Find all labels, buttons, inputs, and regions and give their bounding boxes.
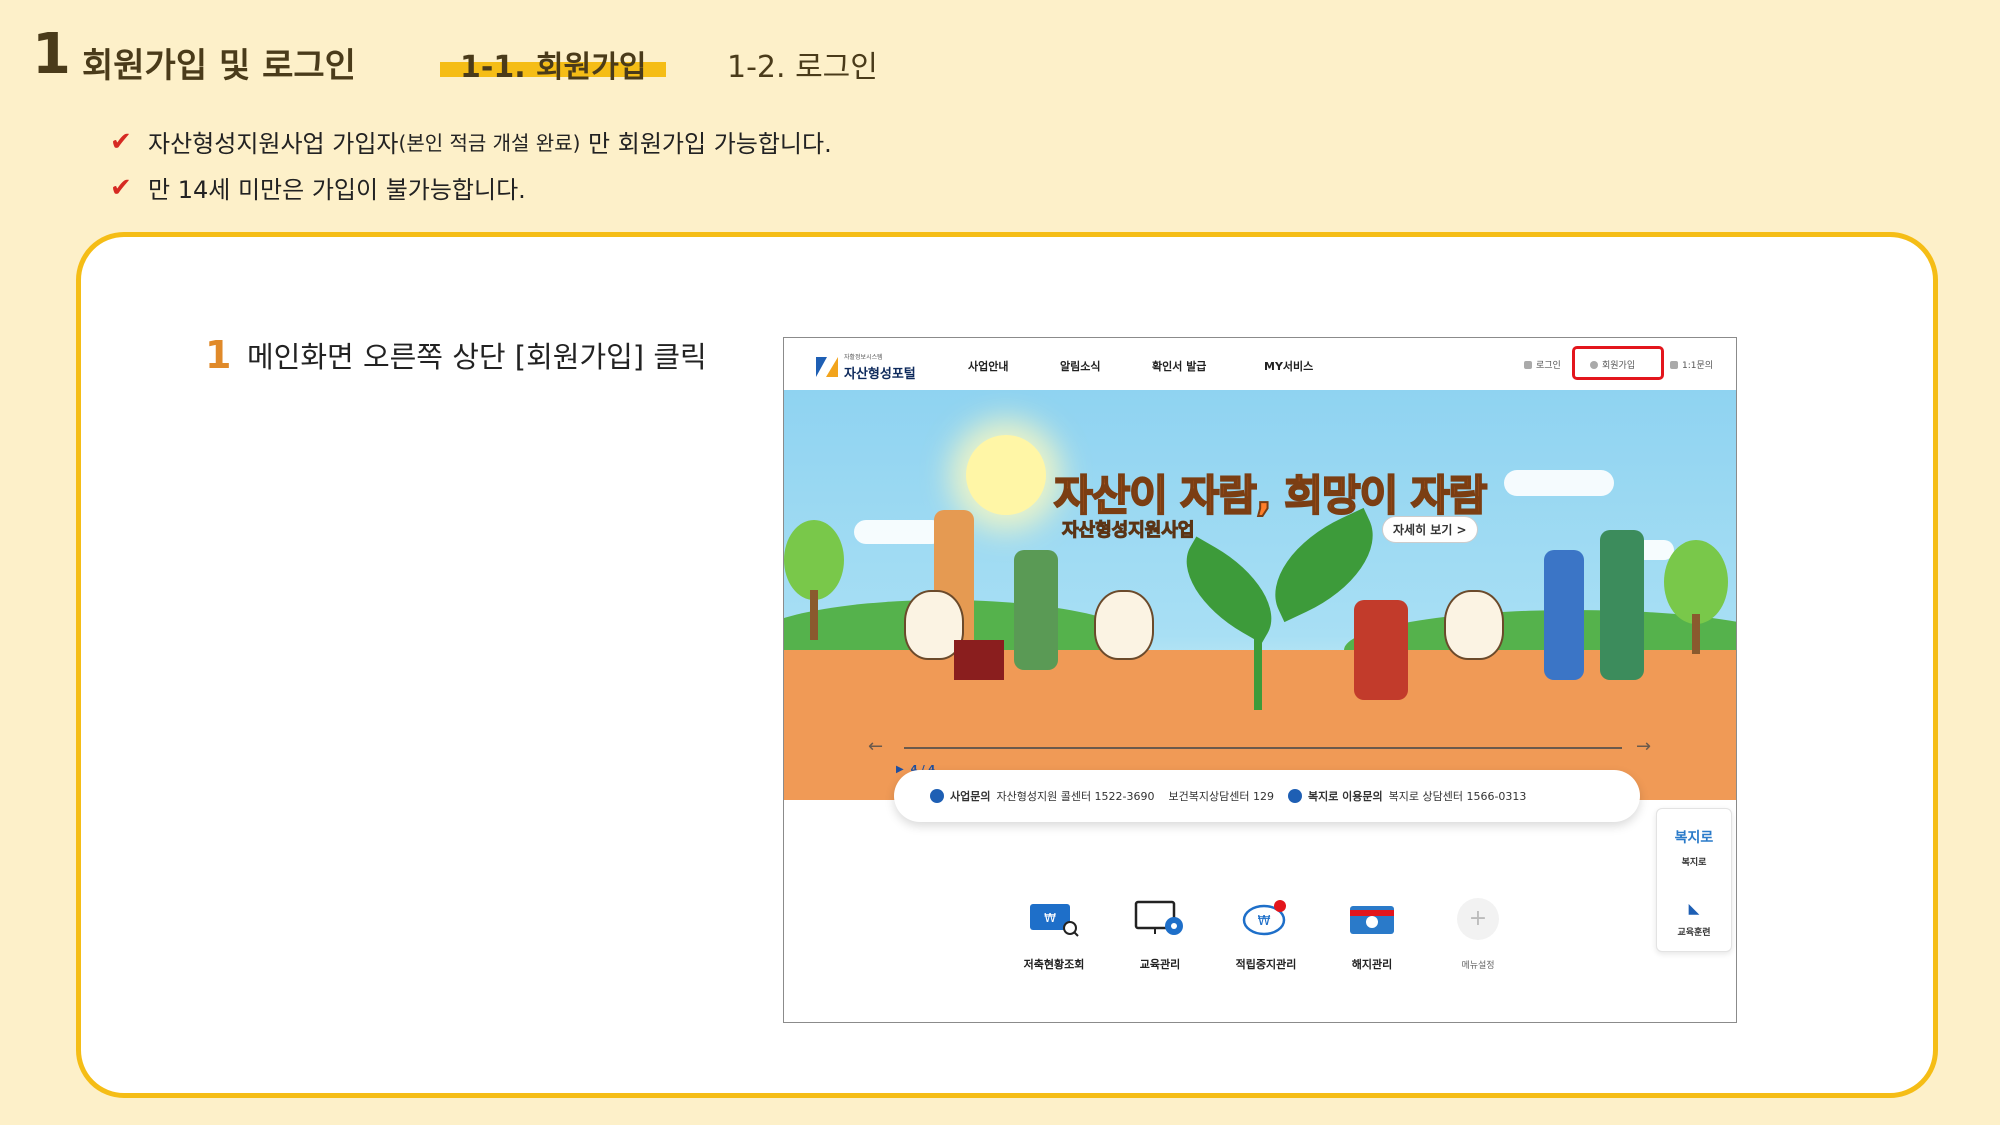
- education-logo-icon: ◣: [1688, 901, 1700, 917]
- notice-text: 자산형성지원사업 가입자: [148, 130, 399, 158]
- monitor-gear-icon: [1134, 898, 1186, 938]
- portal-screenshot: 자활정보시스템 자산형성포털 사업안내 알림소식 확인서 발급 MY서비스 로그…: [783, 337, 1737, 1023]
- step-number: 1: [205, 333, 232, 377]
- banner-more-button[interactable]: 자세히 보기 >: [1382, 516, 1478, 543]
- squirrel-character: [1094, 590, 1154, 660]
- pot-illustration: [954, 640, 1004, 680]
- quick-label: 메뉴설정: [1461, 961, 1495, 971]
- quick-label: 해지관리: [1351, 958, 1393, 971]
- contact-welfare: 보건복지상담센터 129: [1168, 790, 1274, 803]
- tree-illustration: [1664, 540, 1728, 624]
- portal-logo-sub: 자활정보시스템: [844, 354, 883, 361]
- contact-label-business: 사업문의: [950, 790, 991, 803]
- quick-education[interactable]: 교육관리: [1120, 898, 1200, 972]
- chat-icon: [1670, 360, 1678, 369]
- side-item-education[interactable]: ◣ 교육훈련: [1657, 901, 1731, 938]
- side-item-bokjiro[interactable]: 복지로 복지로: [1657, 827, 1731, 868]
- quick-label: 교육관리: [1139, 958, 1181, 971]
- contact-label-bokjiro: 복지로 이용문의: [1307, 790, 1383, 803]
- portal-inquiry-label: 1:1문의: [1682, 361, 1714, 371]
- section-header: 1 회원가입 및 로그인 1-1. 회원가입 1-2. 로그인: [30, 20, 1930, 90]
- portal-menu-news[interactable]: 알림소식: [1060, 358, 1100, 374]
- phone-icon: [930, 789, 944, 803]
- banner-title: 자산이 자람, 희망이 자람: [1053, 470, 1488, 521]
- quick-savings[interactable]: ₩ 저축현황조회: [1014, 898, 1094, 972]
- person-illustration: [1354, 600, 1408, 700]
- savings-search-icon: ₩: [1028, 898, 1080, 938]
- portal-login-label: 로그인: [1536, 361, 1561, 371]
- check-icon: ✔: [110, 126, 132, 157]
- notice-item: ✔ 자산형성지원사업 가입자 (본인 적금 개설 완료) 만 회원가입 가능합니…: [110, 124, 832, 159]
- quick-settings[interactable]: + 메뉴설정: [1438, 898, 1518, 971]
- svg-text:₩: ₩: [1258, 914, 1271, 929]
- check-icon: ✔: [110, 172, 132, 203]
- won-pause-icon: ₩: [1240, 898, 1292, 938]
- portal-logo-text: 자산형성포털: [844, 367, 916, 382]
- step-instruction: 1 메인화면 오른쪽 상단 [회원가입] 클릭: [205, 333, 707, 377]
- section-number: 1: [32, 22, 71, 87]
- phone-icon: [1287, 789, 1302, 803]
- side-item-label: 교육훈련: [1677, 928, 1711, 938]
- contact-bar: 사업문의 자산형성지원 콜센터 1522-3690 보건복지상담센터 129 복…: [894, 770, 1640, 822]
- notice-text-small: (본인 적금 개설 완료): [398, 131, 581, 155]
- sun-illustration: [966, 435, 1046, 515]
- sprout-stem: [1254, 590, 1262, 710]
- squirrel-character: [1444, 590, 1504, 660]
- quick-terminate[interactable]: 해지관리: [1332, 898, 1412, 972]
- notice-item: ✔ 만 14세 미만은 가입이 불가능합니다.: [110, 170, 526, 205]
- person-illustration: [1544, 550, 1584, 680]
- tab-login[interactable]: 1-2. 로그인: [727, 42, 878, 86]
- quick-label: 저축현황조회: [1023, 958, 1085, 971]
- portal-logo-icon: [816, 357, 838, 377]
- portal-nav: 자활정보시스템 자산형성포털 사업안내 알림소식 확인서 발급 MY서비스 로그…: [784, 338, 1736, 390]
- arrow-left-icon[interactable]: ←: [868, 736, 883, 757]
- arrow-right-icon[interactable]: →: [1636, 736, 1651, 757]
- tree-illustration: [784, 520, 844, 600]
- step-text: 메인화면 오른쪽 상단 [회원가입] 클릭: [247, 340, 707, 374]
- side-quick-widget: 복지로 복지로 ◣ 교육훈련: [1656, 808, 1732, 952]
- quick-label: 적립중지관리: [1235, 958, 1297, 971]
- portal-banner: 자산이 자람, 희망이 자람 자산형성지원사업 자세히 보기 > ← → ▶ 4…: [784, 390, 1736, 800]
- tab-signup-label: 1-1. 회원가입: [460, 50, 647, 85]
- join-highlight-box: [1572, 346, 1664, 380]
- quick-pause[interactable]: ₩ 적립중지관리: [1226, 898, 1306, 972]
- portal-menu-certificate[interactable]: 확인서 발급: [1152, 358, 1206, 374]
- cloud-illustration: [854, 520, 944, 544]
- cloud-illustration: [1504, 470, 1614, 496]
- person-illustration: [1014, 550, 1058, 670]
- banner-subtitle: 자산형성지원사업: [1061, 520, 1195, 542]
- portal-inquiry-link[interactable]: 1:1문의: [1670, 358, 1713, 371]
- portal-menu-business[interactable]: 사업안내: [968, 358, 1008, 374]
- portal-login-link[interactable]: 로그인: [1524, 358, 1561, 371]
- person-illustration: [1600, 530, 1644, 680]
- content-card: 1 메인화면 오른쪽 상단 [회원가입] 클릭 자활정보시스템 자산형성포털 사…: [76, 232, 1938, 1098]
- contact-callcenter: 자산형성지원 콜센터 1522-3690: [996, 790, 1155, 803]
- tab-signup[interactable]: 1-1. 회원가입: [440, 42, 667, 86]
- bokjiro-logo-icon: 복지로: [1674, 830, 1714, 846]
- notice-text: 만 14세 미만은 가입이 불가능합니다.: [148, 176, 526, 204]
- slide-progress-bar: [904, 747, 1622, 749]
- svg-text:₩: ₩: [1044, 911, 1056, 925]
- notice-text-end: 만 회원가입 가능합니다.: [580, 130, 832, 158]
- portal-menu-myservice[interactable]: MY서비스: [1264, 358, 1313, 374]
- section-title: 회원가입 및 로그인: [82, 46, 356, 86]
- card-check-icon: [1346, 898, 1398, 938]
- tree-trunk: [1692, 614, 1700, 654]
- plus-icon: +: [1457, 898, 1499, 940]
- tree-trunk: [810, 590, 818, 640]
- lock-icon: [1524, 360, 1532, 369]
- contact-bokjiro: 복지로 상담센터 1566-0313: [1388, 790, 1527, 803]
- sprout-leaf: [1166, 536, 1292, 644]
- side-item-label: 복지로: [1681, 858, 1707, 868]
- portal-logo[interactable]: 자활정보시스템 자산형성포털: [816, 352, 916, 382]
